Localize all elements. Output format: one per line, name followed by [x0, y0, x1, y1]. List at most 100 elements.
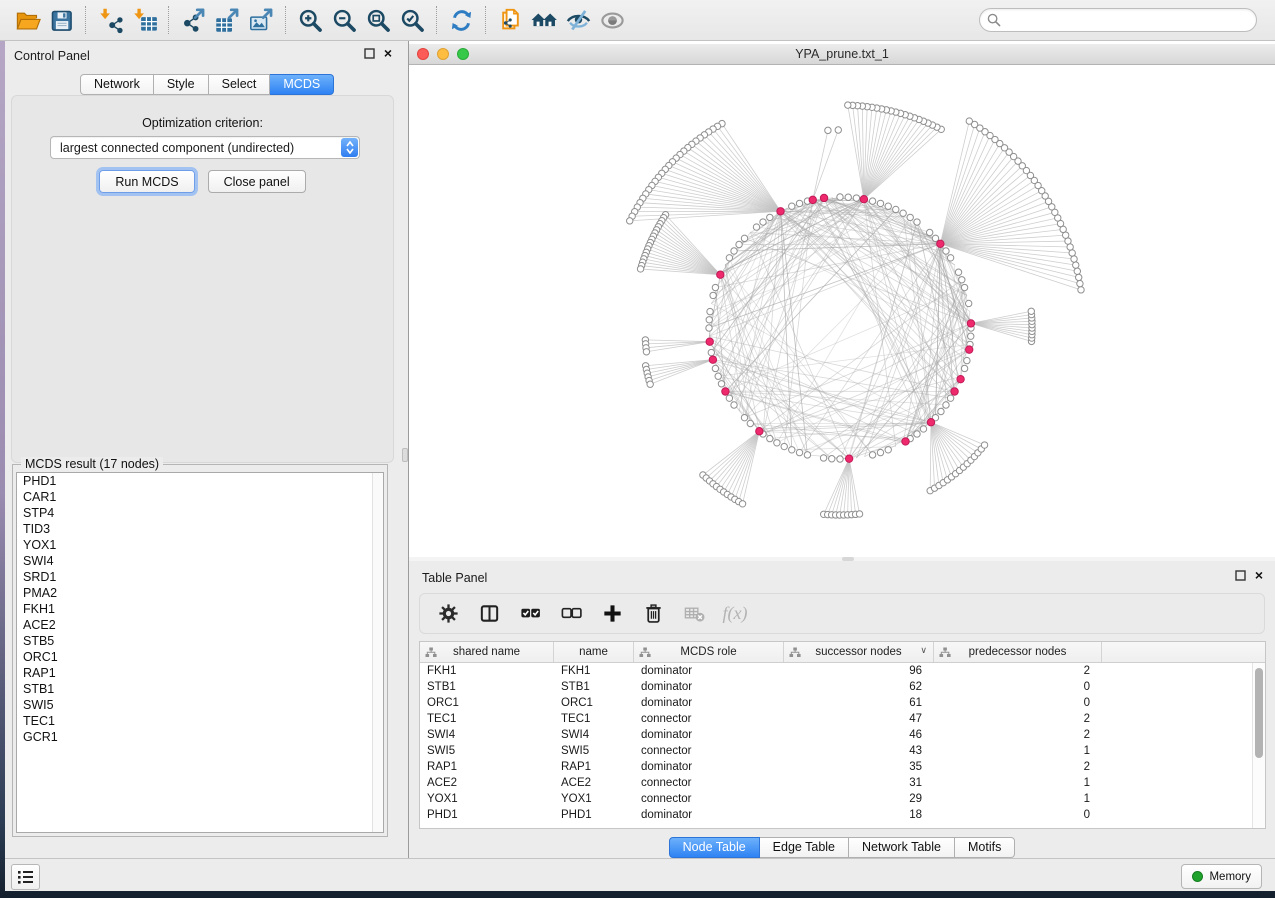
network-node[interactable]	[961, 284, 967, 290]
delete-rows-button[interactable]	[638, 599, 668, 629]
cell-name[interactable]: SWI4	[554, 727, 634, 743]
network-node[interactable]	[741, 414, 747, 420]
column-header-shared-name[interactable]: shared name	[420, 642, 554, 662]
cell-MCDS-role[interactable]: connector	[634, 743, 784, 759]
export-table-button[interactable]	[210, 4, 244, 36]
mcds-result-item[interactable]: STP4	[17, 505, 383, 521]
tab-motifs[interactable]: Motifs	[955, 837, 1015, 858]
selected-mcds-node[interactable]	[809, 196, 816, 203]
cell-name[interactable]: FKH1	[554, 663, 634, 679]
network-node[interactable]	[706, 317, 712, 323]
satellite-node[interactable]	[647, 381, 653, 387]
window-zoom-button[interactable]	[457, 48, 469, 60]
cell-predecessor-nodes[interactable]: 2	[934, 711, 1102, 727]
mcds-result-item[interactable]: GCR1	[17, 729, 383, 745]
network-node[interactable]	[712, 284, 718, 290]
network-node[interactable]	[804, 452, 810, 458]
network-node[interactable]	[829, 456, 835, 462]
cell-predecessor-nodes[interactable]: 2	[934, 727, 1102, 743]
network-node[interactable]	[961, 365, 967, 371]
network-node[interactable]	[820, 455, 826, 461]
import-table-button[interactable]	[127, 4, 161, 36]
cell-shared-name[interactable]: SWI5	[420, 743, 554, 759]
selected-mcds-node[interactable]	[845, 455, 852, 462]
cell-predecessor-nodes[interactable]: 1	[934, 791, 1102, 807]
cell-successor-nodes[interactable]: 35	[784, 759, 934, 775]
column-header-successor-nodes[interactable]: successor nodes∨	[784, 642, 934, 662]
table-row[interactable]: ORC1ORC1dominator610	[420, 695, 1265, 711]
network-node[interactable]	[907, 214, 913, 220]
network-node[interactable]	[781, 443, 787, 449]
table-row[interactable]: SWI5SWI5connector431	[420, 743, 1265, 759]
column-header-MCDS-role[interactable]: MCDS role	[634, 642, 784, 662]
network-node[interactable]	[885, 203, 891, 209]
mcds-result-item[interactable]: PHD1	[17, 473, 383, 489]
close-panel-icon[interactable]: ×	[384, 48, 392, 59]
network-node[interactable]	[943, 402, 949, 408]
network-node[interactable]	[767, 214, 773, 220]
cell-MCDS-role[interactable]: connector	[634, 711, 784, 727]
cell-successor-nodes[interactable]: 47	[784, 711, 934, 727]
cell-shared-name[interactable]: STB1	[420, 679, 554, 695]
network-node[interactable]	[712, 365, 718, 371]
cell-successor-nodes[interactable]: 31	[784, 775, 934, 791]
table-settings-button[interactable]	[433, 599, 463, 629]
cell-successor-nodes[interactable]: 46	[784, 727, 934, 743]
network-node[interactable]	[885, 447, 891, 453]
network-node[interactable]	[968, 333, 974, 339]
cell-MCDS-role[interactable]: dominator	[634, 663, 784, 679]
mcds-result-item[interactable]: STB1	[17, 681, 383, 697]
network-node[interactable]	[718, 381, 724, 387]
mcds-result-item[interactable]: TID3	[17, 521, 383, 537]
mcds-result-item[interactable]: SRD1	[17, 569, 383, 585]
tab-mcds[interactable]: MCDS	[270, 74, 334, 95]
window-minimize-button[interactable]	[437, 48, 449, 60]
network-node[interactable]	[767, 435, 773, 441]
network-node[interactable]	[774, 440, 780, 446]
mcds-result-item[interactable]: RAP1	[17, 665, 383, 681]
network-node[interactable]	[845, 194, 851, 200]
network-node[interactable]	[747, 420, 753, 426]
network-node[interactable]	[753, 224, 759, 230]
network-canvas[interactable]	[409, 65, 1275, 557]
cell-name[interactable]: STB1	[554, 679, 634, 695]
run-mcds-button[interactable]: Run MCDS	[99, 170, 194, 193]
table-row[interactable]: PHD1PHD1dominator180	[420, 807, 1265, 823]
network-node[interactable]	[726, 395, 732, 401]
satellite-node[interactable]	[739, 501, 745, 507]
satellite-node[interactable]	[825, 127, 831, 133]
satellite-node[interactable]	[1074, 268, 1080, 274]
show-all-button[interactable]	[595, 4, 629, 36]
network-node[interactable]	[955, 269, 961, 275]
satellite-node[interactable]	[966, 118, 972, 124]
mcds-result-item[interactable]: SWI4	[17, 553, 383, 569]
duplicate-network-button[interactable]	[493, 4, 527, 36]
network-node[interactable]	[837, 456, 843, 462]
cell-shared-name[interactable]: ORC1	[420, 695, 554, 711]
networks-home-button[interactable]	[527, 4, 561, 36]
open-file-button[interactable]	[10, 4, 44, 36]
selected-mcds-node[interactable]	[957, 375, 964, 382]
satellite-node[interactable]	[643, 349, 649, 355]
network-node[interactable]	[710, 292, 716, 298]
network-node[interactable]	[736, 241, 742, 247]
deselect-all-button[interactable]	[556, 599, 586, 629]
cell-name[interactable]: YOX1	[554, 791, 634, 807]
apply-layout-button[interactable]	[444, 4, 478, 36]
cell-successor-nodes[interactable]: 29	[784, 791, 934, 807]
selected-mcds-node[interactable]	[937, 240, 944, 247]
import-network-button[interactable]	[93, 4, 127, 36]
network-node[interactable]	[853, 195, 859, 201]
tab-node-table[interactable]: Node Table	[669, 837, 760, 858]
network-node[interactable]	[926, 229, 932, 235]
satellite-node[interactable]	[845, 102, 851, 108]
network-node[interactable]	[731, 248, 737, 254]
network-node[interactable]	[877, 200, 883, 206]
cell-name[interactable]: PHD1	[554, 807, 634, 823]
export-image-button[interactable]	[244, 4, 278, 36]
table-row[interactable]: TEC1TEC1connector472	[420, 711, 1265, 727]
selected-mcds-node[interactable]	[777, 208, 784, 215]
satellite-node[interactable]	[835, 127, 841, 133]
selected-mcds-node[interactable]	[722, 388, 729, 395]
satellite-node[interactable]	[981, 442, 987, 448]
